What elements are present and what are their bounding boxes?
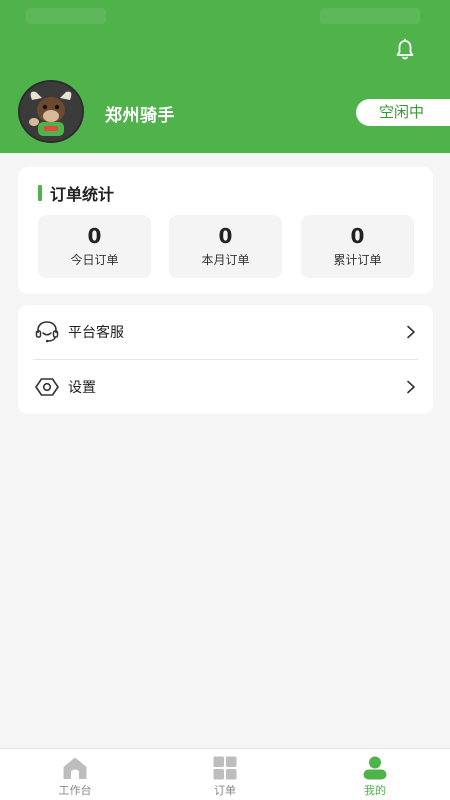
avatar-image (20, 82, 82, 141)
rider-status-toggle[interactable]: 空闲中 (356, 99, 450, 126)
bell-icon[interactable] (393, 38, 417, 62)
chevron-right-icon (407, 380, 415, 394)
grid-icon (213, 756, 237, 780)
stat-total[interactable]: 0 累计订单 (301, 215, 414, 278)
tab-mine[interactable]: 我的 (300, 749, 450, 800)
chevron-right-icon (407, 325, 415, 339)
menu-card: 平台客服 设置 (18, 305, 433, 414)
stat-label: 累计订单 (333, 253, 382, 267)
stat-label: 今日订单 (70, 253, 119, 267)
avatar[interactable] (18, 80, 84, 143)
section-header: 订单统计 (38, 183, 115, 204)
stat-today[interactable]: 0 今日订单 (38, 215, 151, 278)
section-accent-bar (38, 185, 42, 201)
menu-item-settings[interactable]: 设置 (18, 360, 433, 414)
tab-label: 我的 (364, 784, 386, 797)
stat-month[interactable]: 0 本月订单 (169, 215, 282, 278)
stat-value: 0 (87, 224, 102, 248)
bottom-tab-bar: 工作台 订单 我的 (0, 748, 450, 800)
stat-label: 本月订单 (201, 253, 250, 267)
order-stats-card: 订单统计 0 今日订单 0 本月订单 0 累计订单 (18, 167, 433, 294)
section-title: 订单统计 (50, 185, 115, 204)
status-bar-left (26, 8, 106, 24)
headset-icon (35, 321, 59, 343)
tab-workbench[interactable]: 工作台 (0, 749, 150, 800)
user-icon (363, 756, 387, 780)
tab-orders[interactable]: 订单 (150, 749, 300, 800)
stat-value: 0 (218, 224, 233, 248)
stat-value: 0 (350, 224, 365, 248)
menu-item-label: 设置 (68, 380, 96, 396)
tab-label: 工作台 (58, 784, 92, 797)
tab-label: 订单 (214, 784, 236, 797)
menu-item-customer-service[interactable]: 平台客服 (18, 305, 433, 359)
profile-header: 郑州骑手 空闲中 (0, 0, 450, 153)
settings-hex-icon (35, 378, 59, 396)
home-icon (63, 757, 87, 779)
status-bar-right (320, 8, 420, 24)
menu-item-label: 平台客服 (68, 325, 124, 341)
status-bar (0, 0, 450, 30)
username: 郑州骑手 (105, 106, 175, 126)
